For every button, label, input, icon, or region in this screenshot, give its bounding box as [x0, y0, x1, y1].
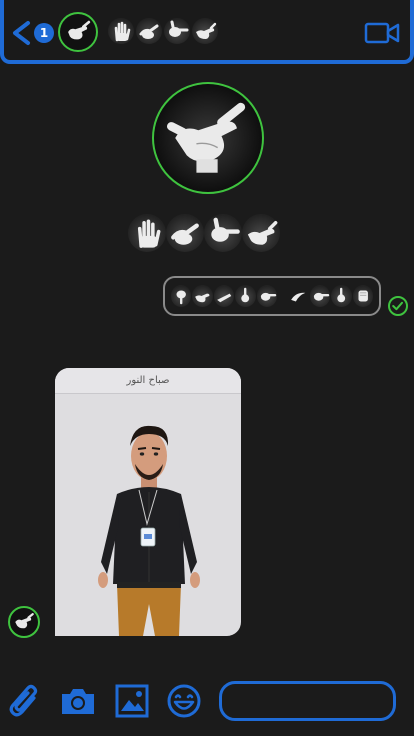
- thumb-point-sign-icon: [204, 214, 242, 252]
- incoming-video-message[interactable]: صباح النور: [55, 368, 241, 636]
- chat-screen: 1 صباح النور: [0, 0, 414, 736]
- camera-icon[interactable]: [60, 682, 96, 720]
- video-title: صباح النور: [55, 368, 241, 394]
- thumb-point-sign-icon: [164, 18, 190, 44]
- shaka-sign-icon: [242, 214, 280, 252]
- message-input[interactable]: [219, 681, 396, 721]
- index-up-sign-icon: [331, 285, 352, 307]
- back-chevron-icon[interactable]: [10, 20, 34, 46]
- shaka-hand-icon: [68, 20, 91, 40]
- chat-header: 1: [0, 0, 414, 64]
- pointing-sign-icon: [136, 18, 162, 44]
- signing-avatar-figure: [98, 425, 200, 636]
- pointing-sign-icon: [166, 214, 204, 252]
- fist-sign-icon: [352, 285, 373, 307]
- point-down-sign-icon: [171, 285, 192, 307]
- flat-hand-sign-icon: [213, 285, 235, 307]
- curve-hand-sign-icon: [288, 285, 308, 307]
- thumb-point-sign-icon: [256, 285, 278, 307]
- delivered-check-icon: [388, 296, 408, 316]
- open-palm-sign-icon: [128, 214, 166, 252]
- paperclip-icon[interactable]: [8, 682, 44, 720]
- sender-avatar[interactable]: [8, 606, 40, 638]
- index-up-sign-icon: [235, 285, 256, 307]
- contact-avatar[interactable]: [58, 12, 98, 52]
- shaka-hand-icon: [167, 102, 246, 173]
- contact-name-signs[interactable]: [108, 18, 218, 48]
- profile-avatar[interactable]: [152, 82, 264, 194]
- emoji-icon[interactable]: [166, 682, 202, 720]
- unread-badge: 1: [34, 23, 54, 43]
- open-palm-sign-icon: [108, 18, 134, 44]
- video-call-icon[interactable]: [364, 22, 400, 44]
- shaka-sign-icon: [192, 285, 213, 307]
- thumb-point-sign-icon: [309, 285, 331, 307]
- outgoing-message-bubble[interactable]: [163, 276, 381, 316]
- image-icon[interactable]: [114, 682, 150, 720]
- shaka-hand-icon: [15, 613, 34, 629]
- profile-name-signs: [128, 214, 280, 252]
- shaka-sign-icon: [192, 18, 218, 44]
